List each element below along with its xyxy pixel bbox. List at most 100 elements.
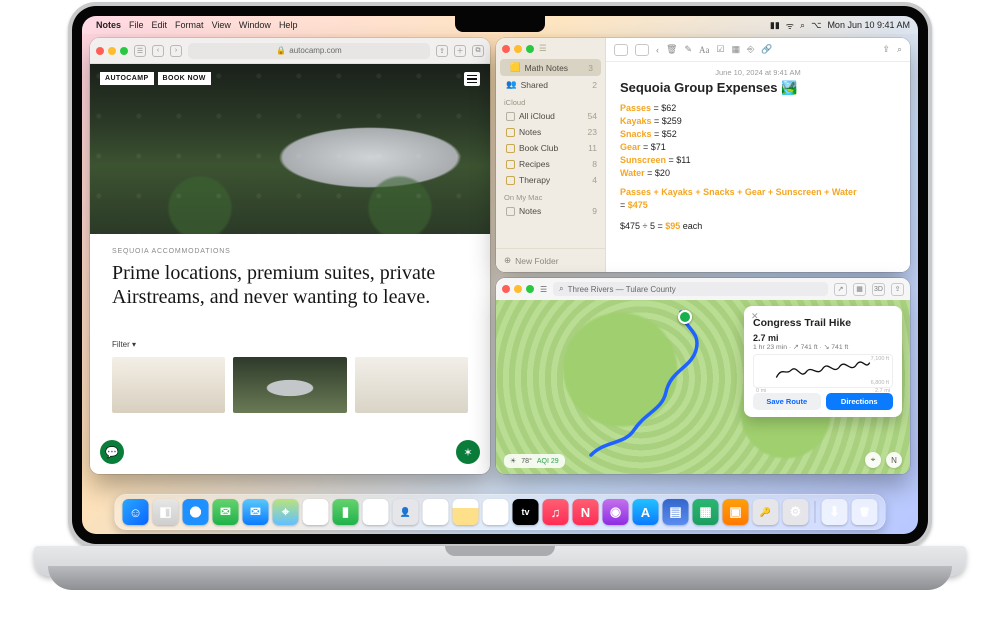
locate-me-icon[interactable]: ⌖ [865, 452, 881, 468]
format-text-icon[interactable]: Aa [699, 45, 710, 55]
menu-format[interactable]: Format [175, 20, 204, 30]
accommodation-card[interactable] [355, 357, 468, 413]
dock-app-photos[interactable]: ❁ [303, 499, 329, 525]
menu-window[interactable]: Window [239, 20, 271, 30]
weather-badge[interactable]: ☀ 78° AQI 29 [504, 454, 565, 468]
window-controls[interactable] [502, 45, 534, 53]
dock-app-trash[interactable]: 🗑 [852, 499, 878, 525]
sidebar-toggle-icon[interactable]: ☰ [134, 45, 146, 57]
sidebar-item-math notes[interactable]: 🟨Math Notes 3 [500, 59, 601, 76]
sidebar-item-notes[interactable]: Notes 9 [496, 203, 605, 219]
sidebar-item-recipes[interactable]: Recipes 8 [496, 156, 605, 172]
search-icon[interactable]: ⌕ [897, 44, 902, 55]
dock-app-mail[interactable]: ✉ [243, 499, 269, 525]
safari-window: ☰ ‹ › 🔒 autocamp.com ⇪ ＋ ⧉ AUTOCAMP BOOK… [90, 38, 490, 474]
window-controls[interactable] [502, 285, 534, 293]
tabs-icon[interactable]: ⧉ [472, 45, 484, 57]
website-hero: AUTOCAMP BOOK NOW [90, 64, 490, 234]
dock-app-maps[interactable]: ⌖ [273, 499, 299, 525]
chat-fab-icon[interactable]: 💬 [100, 440, 124, 464]
book-now-button[interactable]: BOOK NOW [158, 72, 211, 85]
dock-app-downloads[interactable]: ⬇ [822, 499, 848, 525]
menu-edit[interactable]: Edit [152, 20, 168, 30]
sidebar-item-shared[interactable]: 👥Shared 2 [496, 76, 605, 93]
sidebar-item-book club[interactable]: Book Club 11 [496, 140, 605, 156]
menu-file[interactable]: File [129, 20, 144, 30]
media-icon[interactable]: ⎆ [747, 44, 754, 55]
control-center-icon[interactable]: ⌥ [811, 20, 821, 31]
new-tab-icon[interactable]: ＋ [454, 45, 466, 57]
share-icon[interactable]: ⇪ [436, 45, 448, 57]
dock-app-iwork2[interactable]: ▦ [693, 499, 719, 525]
dock-app-iwork1[interactable]: ▤ [663, 499, 689, 525]
dock-app-calendar[interactable]: 10 [363, 499, 389, 525]
dock-app-messages[interactable]: ✉ [213, 499, 239, 525]
share-icon[interactable]: ⇪ [891, 283, 904, 296]
menu-view[interactable]: View [212, 20, 231, 30]
dock-app-safari[interactable] [183, 499, 209, 525]
link-icon[interactable]: 🔗 [761, 44, 772, 55]
dock-app-news[interactable]: N [573, 499, 599, 525]
directions-button[interactable]: Directions [826, 393, 894, 410]
compose-icon[interactable]: ✎ [684, 44, 692, 55]
dock-app-iwork3[interactable]: ▣ [723, 499, 749, 525]
url-text: autocamp.com [289, 46, 341, 55]
dock-app-launchpad[interactable]: ◧ [153, 499, 179, 525]
dock-app-finder[interactable]: ☺ [123, 499, 149, 525]
dock-app-facetime[interactable]: ▮ [333, 499, 359, 525]
checklist-icon[interactable]: ☑ [716, 44, 724, 55]
hamburger-icon[interactable] [464, 72, 480, 86]
note-body[interactable]: June 10, 2024 at 9:41 AM Sequoia Group E… [606, 62, 910, 239]
sidebar-toggle-icon[interactable]: ☰ [540, 285, 547, 294]
route-icon[interactable]: ↗ [834, 283, 847, 296]
map-3d-icon[interactable]: 3D [872, 283, 885, 296]
site-logo[interactable]: AUTOCAMP [100, 72, 154, 85]
compass-icon[interactable]: N [886, 452, 902, 468]
dock-app-contacts[interactable]: 👤 [393, 499, 419, 525]
dock-app-tv[interactable]: tv [513, 499, 539, 525]
menubar-app-name[interactable]: Notes [96, 20, 121, 30]
table-icon[interactable]: ▦ [732, 44, 741, 55]
sidebar-toggle-icon[interactable]: ☰ [539, 43, 547, 54]
dock-app-music[interactable]: ♫ [543, 499, 569, 525]
accessibility-fab-icon[interactable]: ✶ [456, 440, 480, 464]
menubar-clock[interactable]: Mon Jun 10 9:41 AM [827, 20, 910, 30]
window-controls[interactable] [96, 47, 128, 55]
dock-app-appstore[interactable]: A [633, 499, 659, 525]
maps-toolbar: ☰ ⌕ Three Rivers — Tulare County ↗ ▦ 3D … [496, 278, 910, 300]
sidebar-item-notes[interactable]: Notes 23 [496, 124, 605, 140]
maps-search-field[interactable]: ⌕ Three Rivers — Tulare County [553, 282, 828, 296]
accommodation-card[interactable] [112, 357, 225, 413]
dock-app-settings[interactable]: ⚙ [783, 499, 809, 525]
maps-window: ☰ ⌕ Three Rivers — Tulare County ↗ ▦ 3D … [496, 278, 910, 474]
view-grid-icon[interactable] [635, 44, 649, 56]
back-icon[interactable]: ‹ [656, 45, 659, 55]
back-icon[interactable]: ‹ [152, 45, 164, 57]
dock: ☺◧✉✉⌖❁▮10👤☑✎tv♫N◉A▤▦▣🔑⚙ ⬇🗑 [115, 494, 886, 530]
close-icon[interactable]: ✕ [751, 311, 759, 322]
dock-app-passwords[interactable]: 🔑 [753, 499, 779, 525]
battery-icon[interactable]: ▮▮ [770, 20, 780, 31]
sidebar-item-therapy[interactable]: Therapy 4 [496, 172, 605, 188]
view-mode-icon[interactable]: ▦ [853, 283, 866, 296]
menu-help[interactable]: Help [279, 20, 298, 30]
view-list-icon[interactable] [614, 44, 628, 56]
desktop: Notes FileEditFormatViewWindowHelp ▮▮ ᯤ … [82, 16, 918, 534]
dock-app-notes[interactable] [453, 499, 479, 525]
share-icon[interactable]: ⇪ [882, 44, 890, 55]
filter-dropdown[interactable]: Filter ▾ [112, 340, 468, 349]
accommodation-card[interactable] [233, 357, 346, 413]
dock-app-reminders[interactable]: ☑ [423, 499, 449, 525]
dock-app-podcasts[interactable]: ◉ [603, 499, 629, 525]
new-folder-button[interactable]: ⊕ New Folder [496, 248, 605, 272]
sidebar-item-all icloud[interactable]: All iCloud 54 [496, 108, 605, 124]
forward-icon[interactable]: › [170, 45, 182, 57]
dock-app-freeform[interactable]: ✎ [483, 499, 509, 525]
note-title: Sequoia Group Expenses 🏞️ [620, 80, 896, 96]
wifi-icon[interactable]: ᯤ [786, 19, 794, 32]
trash-icon[interactable]: 🗑 [666, 44, 677, 55]
save-route-button[interactable]: Save Route [753, 393, 821, 410]
url-field[interactable]: 🔒 autocamp.com [188, 43, 430, 59]
search-icon[interactable]: ⌕ [800, 20, 805, 31]
search-icon: ⌕ [559, 284, 563, 294]
